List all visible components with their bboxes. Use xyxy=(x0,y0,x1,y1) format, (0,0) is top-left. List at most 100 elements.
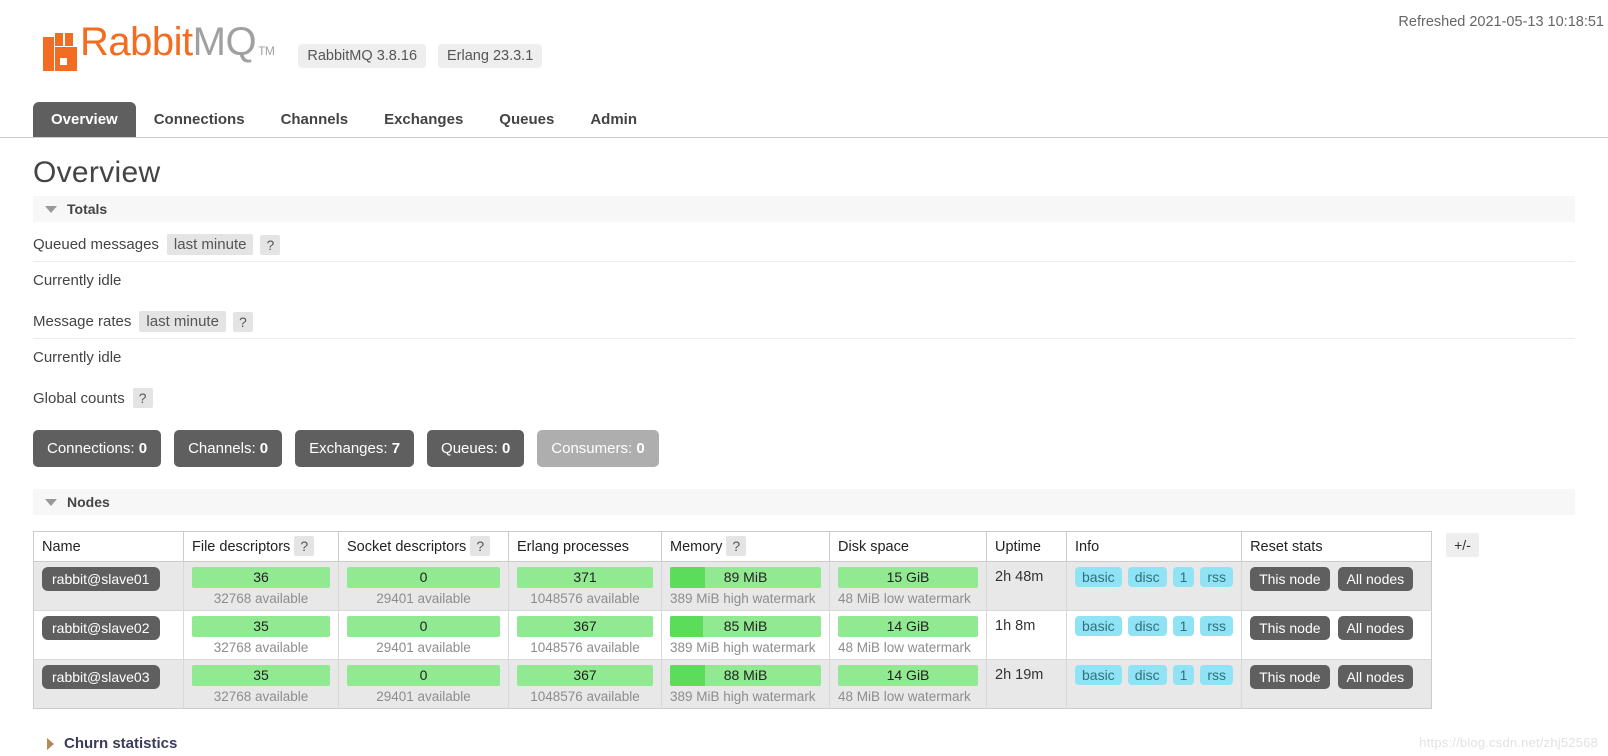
info-badge-1[interactable]: 1 xyxy=(1173,665,1195,685)
info-badge-disc[interactable]: disc xyxy=(1128,567,1167,587)
cell-node-name: rabbit@slave01 xyxy=(34,562,184,611)
logo-rabbit-text: Rabbit xyxy=(80,20,193,64)
chevron-right-icon[interactable] xyxy=(47,738,54,750)
tab-admin[interactable]: Admin xyxy=(572,102,655,137)
metric-subnote: 1048576 available xyxy=(517,588,653,606)
nodes-table-header-row: Name File descriptors ? Socket descripto… xyxy=(34,532,1432,562)
tab-connections[interactable]: Connections xyxy=(136,102,263,137)
count-button-channels[interactable]: Channels: 0 xyxy=(174,430,282,467)
info-badge-disc[interactable]: disc xyxy=(1128,665,1167,685)
metric-subnote: 389 MiB high watermark xyxy=(670,637,821,655)
logo-tm-text: TM xyxy=(258,44,274,58)
global-counts-help-icon[interactable]: ? xyxy=(133,388,153,408)
metric-bar: 367 xyxy=(517,616,653,637)
queued-messages-label: Queued messages xyxy=(33,236,159,253)
info-badge-basic[interactable]: basic xyxy=(1075,616,1122,636)
logo-mq-text: MQ xyxy=(193,20,256,64)
chevron-down-icon[interactable] xyxy=(45,206,57,213)
node-name-link[interactable]: rabbit@slave03 xyxy=(42,665,160,689)
info-badge-rss[interactable]: rss xyxy=(1200,665,1233,685)
info-badge-rss[interactable]: rss xyxy=(1200,567,1233,587)
memory-help-icon[interactable]: ? xyxy=(726,536,746,556)
cell-socket-descriptors: 029401 available xyxy=(339,562,509,611)
reset-all-nodes-button[interactable]: All nodes xyxy=(1338,567,1414,591)
tab-channels[interactable]: Channels xyxy=(263,102,367,137)
file-descriptors-help-icon[interactable]: ? xyxy=(294,536,314,556)
info-badge-basic[interactable]: basic xyxy=(1075,567,1122,587)
metric-bar: 36 xyxy=(192,567,330,588)
count-value-consumers: 0 xyxy=(636,440,644,457)
node-name-link[interactable]: rabbit@slave01 xyxy=(42,567,160,591)
global-counts-header: Global counts ? xyxy=(33,376,1575,412)
info-badge-1[interactable]: 1 xyxy=(1173,567,1195,587)
reset-all-nodes-button[interactable]: All nodes xyxy=(1338,616,1414,640)
metric-bar: 0 xyxy=(347,567,500,588)
cell-erlang-processes: 3671048576 available xyxy=(509,660,662,709)
nodes-table-body: rabbit@slave013632768 available029401 av… xyxy=(34,562,1432,709)
message-rates-help-icon[interactable]: ? xyxy=(233,312,253,332)
table-row: rabbit@slave033532768 available029401 av… xyxy=(34,660,1432,709)
info-badge-disc[interactable]: disc xyxy=(1128,616,1167,636)
cell-reset-stats: This node All nodes xyxy=(1242,562,1432,611)
count-button-queues[interactable]: Queues: 0 xyxy=(427,430,524,467)
totals-section-header[interactable]: Totals xyxy=(33,196,1575,222)
metric-bar-value: 88 MiB xyxy=(724,667,768,683)
info-badge-group: basic disc 1rss xyxy=(1075,616,1233,636)
reset-all-nodes-button[interactable]: All nodes xyxy=(1338,665,1414,689)
metric-subnote: 389 MiB high watermark xyxy=(670,588,821,606)
erlang-version-badge: Erlang 23.3.1 xyxy=(438,44,542,68)
info-badge-basic[interactable]: basic xyxy=(1075,665,1122,685)
totals-section-label: Totals xyxy=(67,201,107,217)
cell-info: basic disc 1rss xyxy=(1067,562,1242,611)
tab-queues[interactable]: Queues xyxy=(481,102,572,137)
tab-overview[interactable]: Overview xyxy=(33,102,136,137)
node-name-link[interactable]: rabbit@slave02 xyxy=(42,616,160,640)
metric-bar-fill xyxy=(670,567,705,588)
toggle-columns-button[interactable]: +/- xyxy=(1446,533,1479,557)
reset-this-node-button[interactable]: This node xyxy=(1250,567,1329,591)
chevron-down-icon[interactable] xyxy=(45,499,57,506)
metric-bar: 15 GiB xyxy=(838,567,978,588)
metric-bar: 14 GiB xyxy=(838,665,978,686)
queued-messages-period-selector[interactable]: last minute xyxy=(167,234,254,255)
count-button-connections[interactable]: Connections: 0 xyxy=(33,430,161,467)
info-badge-rss[interactable]: rss xyxy=(1200,616,1233,636)
metric-subnote: 1048576 available xyxy=(517,686,653,704)
count-value-connections: 0 xyxy=(139,440,147,457)
metric-bar: 371 xyxy=(517,567,653,588)
totals-body: Queued messages last minute ? Currently … xyxy=(33,222,1575,412)
queued-messages-help-icon[interactable]: ? xyxy=(260,235,280,255)
cell-uptime: 2h 19m xyxy=(987,660,1067,709)
message-rates-period-selector[interactable]: last minute xyxy=(139,311,226,332)
count-button-exchanges[interactable]: Exchanges: 7 xyxy=(295,430,414,467)
metric-bar-value: 0 xyxy=(420,569,428,585)
metric-bar: 0 xyxy=(347,616,500,637)
socket-descriptors-help-icon[interactable]: ? xyxy=(470,536,490,556)
reset-stats-button-group: This node All nodes xyxy=(1250,567,1423,591)
churn-statistics-section-header[interactable]: Churn statistics xyxy=(33,735,1575,752)
message-rates-label: Message rates xyxy=(33,313,131,330)
logo-wordmark: RabbitMQTM xyxy=(80,22,274,71)
reset-this-node-button[interactable]: This node xyxy=(1250,616,1329,640)
nodes-section-header[interactable]: Nodes xyxy=(33,489,1575,515)
reset-this-node-button[interactable]: This node xyxy=(1250,665,1329,689)
count-label-queues: Queues: xyxy=(441,440,498,457)
reset-stats-button-group: This node All nodes xyxy=(1250,665,1423,689)
count-button-consumers[interactable]: Consumers: 0 xyxy=(537,430,658,467)
cell-socket-descriptors: 029401 available xyxy=(339,611,509,660)
cell-file-descriptors: 3532768 available xyxy=(184,611,339,660)
metric-bar-value: 35 xyxy=(253,618,269,634)
metric-bar-value: 85 MiB xyxy=(724,618,768,634)
cell-reset-stats: This node All nodes xyxy=(1242,611,1432,660)
nodes-section-label: Nodes xyxy=(67,494,110,510)
count-value-queues: 0 xyxy=(502,440,510,457)
nodes-table: Name File descriptors ? Socket descripto… xyxy=(33,531,1432,709)
column-header-name: Name xyxy=(34,532,184,562)
page-title: Overview xyxy=(33,156,1608,190)
brand-logo[interactable]: RabbitMQTM RabbitMQ 3.8.16 Erlang 23.3.1 xyxy=(43,22,554,71)
info-badge-1[interactable]: 1 xyxy=(1173,616,1195,636)
cell-erlang-processes: 3711048576 available xyxy=(509,562,662,611)
cell-info: basic disc 1rss xyxy=(1067,611,1242,660)
tab-exchanges[interactable]: Exchanges xyxy=(366,102,481,137)
metric-bar-value: 35 xyxy=(253,667,269,683)
